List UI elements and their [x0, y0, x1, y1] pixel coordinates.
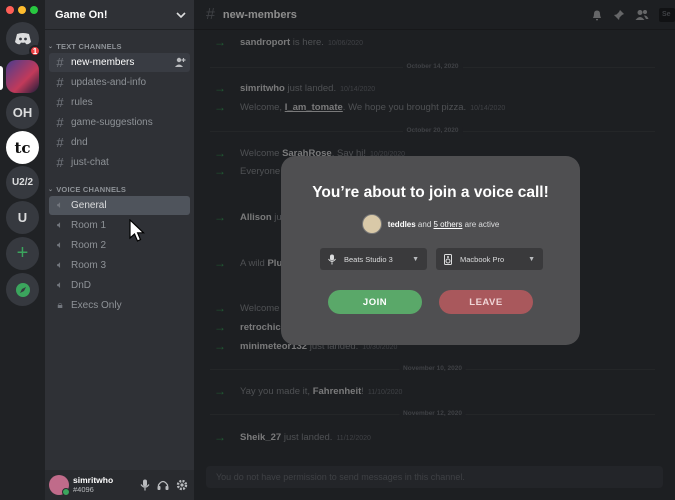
window-controls — [6, 6, 38, 14]
modal-title: You’re about to join a voice call! — [312, 184, 549, 201]
speaker-icon: 🔈︎ — [57, 260, 63, 271]
hash-icon: # — [56, 115, 64, 130]
category-caret-icon: ⌄ — [48, 43, 54, 50]
channel-label: just-chat — [71, 157, 109, 168]
voice-channel-execs-only[interactable]: 🔒︎ Execs Only — [49, 296, 190, 315]
chevron-down-icon: ▼ — [412, 255, 419, 263]
channel-label: dnd — [71, 137, 88, 148]
server-u[interactable]: U — [6, 201, 39, 234]
add-server-button[interactable]: + — [6, 237, 39, 270]
channel-just-chat[interactable]: # just-chat — [49, 153, 190, 172]
voice-call-modal: You’re about to join a voice call! teddl… — [281, 156, 580, 345]
maximize-window-button[interactable] — [30, 6, 38, 14]
speaker-icon: 🔈︎ — [57, 220, 63, 231]
avatar — [361, 214, 382, 234]
text-channels-category[interactable]: ⌄ TEXT CHANNELS — [45, 40, 194, 52]
invite-person-icon[interactable] — [174, 56, 186, 68]
guild-header[interactable]: Game On! — [45, 0, 194, 30]
active-users-row: teddles and 5 others are active — [281, 214, 580, 234]
channel-rules[interactable]: # rules — [49, 93, 190, 112]
leave-button[interactable]: LEAVE — [439, 290, 533, 314]
channel-label: updates-and-info — [71, 77, 147, 88]
channel-label: Room 3 — [71, 260, 107, 271]
headphones-icon[interactable] — [157, 479, 169, 491]
hash-icon: # — [56, 155, 64, 170]
microphone-device-label: Beats Studio 3 — [344, 254, 393, 264]
user-tag: #4096 — [73, 485, 94, 494]
channel-label: Execs Only — [71, 300, 122, 311]
microphone-icon[interactable] — [140, 479, 150, 491]
category-label: VOICE CHANNELS — [56, 184, 127, 194]
microphone-icon — [328, 254, 336, 264]
server-u2[interactable]: U2/2 — [6, 166, 39, 199]
minimize-window-button[interactable] — [18, 6, 26, 14]
join-button[interactable]: JOIN — [328, 290, 422, 314]
server-tc[interactable]: tc — [6, 131, 39, 164]
close-window-button[interactable] — [6, 6, 14, 14]
username: simritwho — [73, 475, 114, 485]
user-panel: simritwho #4096 — [45, 470, 194, 500]
server-u-label: U — [17, 210, 28, 225]
server-u2-label: U2/2 — [11, 177, 34, 188]
hash-icon: # — [56, 75, 64, 90]
voice-channel-dnd[interactable]: 🔈︎ DnD — [49, 276, 190, 295]
voice-channel-general[interactable]: 🔈︎ General — [49, 196, 190, 215]
lock-icon: 🔒︎ — [57, 300, 63, 311]
channel-game-suggestions[interactable]: # game-suggestions — [49, 113, 190, 132]
channel-updates-and-info[interactable]: # updates-and-info — [49, 73, 190, 92]
gear-icon[interactable] — [176, 479, 188, 491]
category-label: TEXT CHANNELS — [56, 41, 122, 51]
voice-channel-room-1[interactable]: 🔈︎ Room 1 — [49, 216, 190, 235]
chevron-down-icon: ▼ — [528, 255, 535, 263]
channel-label: DnD — [71, 280, 92, 291]
voice-channel-room-2[interactable]: 🔈︎ Room 2 — [49, 236, 190, 255]
speaker-icon: 🔈︎ — [57, 240, 63, 251]
active-user-name: teddles — [387, 219, 416, 229]
channel-new-members[interactable]: # new-members — [49, 53, 190, 72]
speaker-icon: 🔈︎ — [57, 280, 63, 291]
active-users-text: are active — [462, 219, 500, 229]
channel-label: new-members — [71, 57, 135, 68]
microphone-select[interactable]: Beats Studio 3 ▼ — [320, 248, 427, 270]
channel-label: rules — [71, 97, 93, 108]
speaker-icon: 🔈︎ — [57, 200, 63, 211]
speaker-device-label: Macbook Pro — [460, 254, 505, 264]
others-link[interactable]: 5 others — [434, 220, 463, 229]
selected-server-pill — [0, 66, 3, 90]
voice-channels-category[interactable]: ⌄ VOICE CHANNELS — [45, 183, 194, 195]
hash-icon: # — [56, 135, 64, 150]
channel-sidebar: Game On! ⌄ TEXT CHANNELS # new-members # u… — [45, 0, 194, 500]
channel-label: Room 2 — [71, 240, 107, 251]
hash-icon: # — [56, 55, 64, 70]
mouse-cursor-icon — [129, 219, 145, 242]
server-rail: 1 OH tc U2/2 U + — [0, 0, 45, 500]
chevron-down-icon — [176, 11, 186, 18]
guild-name: Game On! — [55, 8, 108, 21]
server-oh-label: OH — [12, 105, 33, 120]
channel-label: General — [71, 200, 107, 211]
notification-badge: 1 — [29, 45, 41, 57]
discord-home-icon[interactable]: 1 — [6, 22, 41, 57]
server-tc-label: tc — [14, 138, 31, 157]
hash-icon: # — [56, 95, 64, 110]
channel-label: game-suggestions — [71, 117, 153, 128]
game-on-server-icon[interactable] — [6, 60, 39, 93]
explore-servers-button[interactable] — [6, 273, 39, 306]
channel-dnd[interactable]: # dnd — [49, 133, 190, 152]
channel-label: Room 1 — [71, 220, 107, 231]
explore-compass-icon — [15, 282, 30, 297]
avatar[interactable] — [49, 475, 70, 496]
category-caret-icon: ⌄ — [48, 186, 54, 193]
speaker-icon — [444, 253, 452, 265]
add-server-icon: + — [16, 242, 29, 264]
speaker-select[interactable]: Macbook Pro ▼ — [436, 248, 543, 270]
server-oh[interactable]: OH — [6, 96, 39, 129]
voice-channel-room-3[interactable]: 🔈︎ Room 3 — [49, 256, 190, 275]
active-users-text: and — [415, 219, 434, 229]
